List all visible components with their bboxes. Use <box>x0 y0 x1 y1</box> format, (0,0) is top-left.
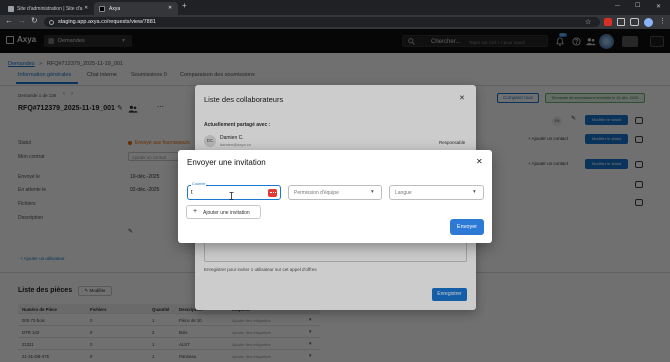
language-select[interactable]: Langue ▾ <box>389 185 484 200</box>
team-permission-placeholder: Permission d'équipe <box>294 189 339 196</box>
profile-avatar-icon[interactable] <box>644 17 653 27</box>
minimize-icon[interactable]: — <box>615 3 620 9</box>
axya-favicon-icon <box>99 5 105 12</box>
bookmark-star-icon[interactable]: ☆ <box>585 18 591 26</box>
plus-icon: + <box>193 208 198 215</box>
new-tab-icon[interactable]: + <box>182 1 187 10</box>
dots-icon <box>269 191 276 194</box>
back-icon[interactable]: ← <box>5 16 13 25</box>
close-window-icon[interactable]: ✕ <box>656 3 661 10</box>
site-info-icon[interactable] <box>49 19 54 25</box>
team-permission-select[interactable]: Permission d'équipe ▾ <box>288 185 382 200</box>
address-bar[interactable]: staging.app.axya.co/requests/view/7881 ☆ <box>44 17 600 27</box>
add-invitation-label: Ajouter une invitation <box>203 209 250 216</box>
email-field[interactable] <box>187 185 281 200</box>
invite-modal-title: Envoyer une invitation <box>187 158 266 167</box>
password-manager-icon[interactable] <box>268 188 277 197</box>
extension-icon[interactable] <box>604 18 612 26</box>
tab-title: Axya <box>109 5 121 12</box>
browser-tab-bar: Site d'administration | Site d'a ✕ Axya … <box>0 0 670 15</box>
language-placeholder: Langue <box>395 189 412 196</box>
forward-icon[interactable]: → <box>18 16 26 25</box>
browser-tab-admin[interactable]: Site d'administration | Site d'a ✕ <box>4 2 92 15</box>
close-icon[interactable]: ✕ <box>476 157 483 166</box>
reload-icon[interactable]: ↻ <box>31 16 38 25</box>
tab-title: Site d'administration | Site d'a <box>17 5 83 12</box>
browser-tab-axya[interactable]: Axya ✕ <box>94 2 178 15</box>
browser-menu-icon[interactable]: ⋮ <box>659 17 666 25</box>
close-tab-icon[interactable]: ✕ <box>168 5 172 11</box>
maximize-icon[interactable]: ☐ <box>635 2 640 9</box>
email-field-label: Courriel <box>191 181 207 186</box>
close-tab-icon[interactable]: ✕ <box>84 5 88 11</box>
url-text[interactable]: staging.app.axya.co/requests/view/7881 <box>58 19 156 25</box>
text-cursor-icon <box>229 192 234 200</box>
email-input[interactable] <box>191 188 261 197</box>
invite-modal: Envoyer une invitation ✕ Courriel Permis… <box>178 150 492 243</box>
add-invitation-button[interactable]: + Ajouter une invitation <box>186 205 261 219</box>
send-button[interactable]: Envoyer <box>450 219 484 235</box>
tab-search-icon[interactable] <box>630 18 639 26</box>
extensions-puzzle-icon[interactable] <box>617 18 625 26</box>
chevron-down-icon: ▾ <box>371 188 374 195</box>
chevron-down-icon: ▾ <box>473 188 476 195</box>
favicon-icon <box>8 5 14 12</box>
